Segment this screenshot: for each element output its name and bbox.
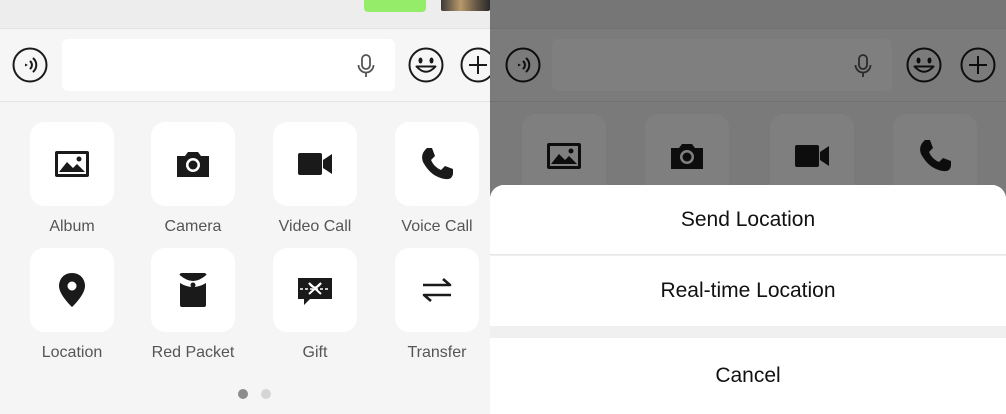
video-call-button[interactable] xyxy=(273,122,357,206)
voice-call-label: Voice Call xyxy=(401,218,473,235)
chat-panel-left: Album Camera Video Call Voice Call Locat… xyxy=(0,0,490,414)
video-call-label: Video Call xyxy=(278,218,352,235)
camera-button[interactable] xyxy=(151,122,235,206)
add-more-icon[interactable] xyxy=(460,47,490,83)
microphone-icon[interactable] xyxy=(355,53,377,79)
transfer-button[interactable] xyxy=(395,248,479,332)
gift-icon xyxy=(298,278,332,305)
transfer-icon xyxy=(422,278,452,302)
message-bubble[interactable] xyxy=(364,0,426,12)
location-label: Location xyxy=(41,344,103,361)
function-tray: Album Camera Video Call Voice Call Locat… xyxy=(0,102,490,414)
chat-message-area xyxy=(0,0,490,28)
location-button[interactable] xyxy=(30,248,114,332)
camera-label: Camera xyxy=(164,218,222,235)
send-location-option[interactable]: Send Location xyxy=(490,185,1006,255)
location-action-sheet: Send Location Real-time Location Cancel xyxy=(490,185,1006,414)
album-label: Album xyxy=(49,218,95,235)
cancel-button[interactable]: Cancel xyxy=(490,338,1006,414)
chat-panel-right: Send Location Real-time Location Cancel xyxy=(490,0,1006,414)
realtime-location-option[interactable]: Real-time Location xyxy=(490,256,1006,326)
emoji-icon[interactable] xyxy=(408,47,444,83)
page-dot-active[interactable] xyxy=(238,389,248,399)
camera-icon xyxy=(177,152,209,177)
message-input[interactable] xyxy=(62,39,395,91)
image-icon xyxy=(55,151,89,177)
video-camera-icon xyxy=(298,153,332,175)
image-message-thumbnail[interactable] xyxy=(441,0,490,11)
gift-button[interactable] xyxy=(273,248,357,332)
album-button[interactable] xyxy=(30,122,114,206)
voice-call-button[interactable] xyxy=(395,122,479,206)
red-packet-icon xyxy=(179,273,207,307)
red-packet-button[interactable] xyxy=(151,248,235,332)
chat-input-bar xyxy=(0,28,490,102)
gift-label: Gift xyxy=(302,344,328,361)
phone-icon xyxy=(422,148,453,180)
voice-input-icon[interactable] xyxy=(12,47,48,83)
red-packet-label: Red Packet xyxy=(151,344,235,361)
map-pin-icon xyxy=(59,273,85,307)
page-dot[interactable] xyxy=(261,389,271,399)
transfer-label: Transfer xyxy=(407,344,467,361)
